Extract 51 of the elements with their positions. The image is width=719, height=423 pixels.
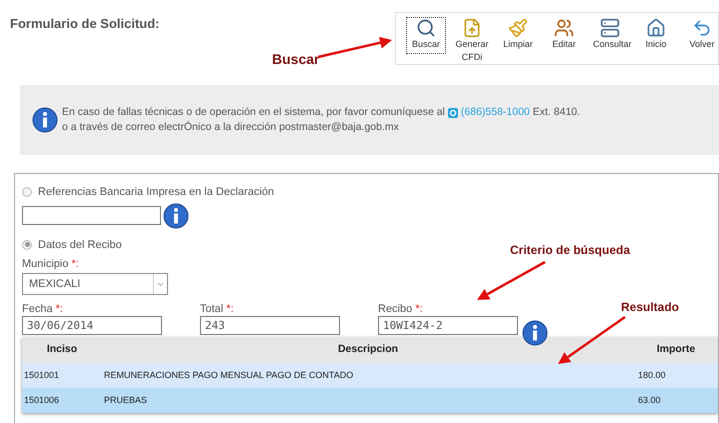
radio-button[interactable] — [22, 187, 32, 198]
document-upload-icon — [462, 18, 482, 38]
toolbar-button[interactable]: Buscar — [406, 17, 446, 54]
arrow — [477, 260, 546, 300]
field-label: Recibo *: — [378, 302, 424, 316]
extension-text: Ext. 8410. — [532, 105, 580, 120]
toolbar-button[interactable]: Limpiar — [498, 17, 538, 52]
table-row[interactable]: 1501001 REMUNERACIONES PAGO MENSUAL PAGO DE CONTADO 180.00 — [22, 363, 718, 388]
municipio-label: Municipio *: — [22, 257, 80, 271]
brush-icon — [508, 18, 528, 38]
annotation-label: Resultado — [621, 299, 680, 316]
text-field[interactable]: 10WI424-2 — [378, 316, 518, 335]
server-icon — [600, 18, 620, 38]
table-cell-text: REMUNERACIONES PAGO MENSUAL PAGO DE CONTADO — [103, 368, 354, 382]
table-cell-text: 63.00 — [637, 394, 662, 407]
table-cell-text: PRUEBAS — [103, 394, 148, 407]
table-cell-text: 180.00 — [637, 368, 667, 382]
column-header: Importe — [656, 342, 696, 358]
info-icon — [32, 107, 58, 133]
table-cell-text: 1501001 — [23, 368, 60, 382]
phone-icon — [448, 108, 458, 118]
radio-label: Referencias Bancaria Impresa en la Declaración — [38, 185, 274, 200]
back-arrow-icon — [692, 18, 712, 38]
field-label: Fecha *: — [22, 302, 64, 316]
radio-label: Datos del Recibo — [38, 238, 122, 252]
field-label: Total *: — [200, 302, 235, 316]
annotation-label: Criterio de búsqueda — [510, 242, 630, 259]
form-title: Formulario de Solicitud: — [10, 15, 160, 33]
text-field[interactable]: 243 — [200, 316, 340, 335]
notice-text: En caso de fallas técnicas o de operación en el sistema, por favor comuníquese al — [62, 105, 445, 120]
toolbar-button[interactable]: Consultar — [590, 17, 630, 52]
column-header: Inciso — [46, 342, 78, 358]
toolbar-button[interactable]: Inicio — [636, 17, 676, 52]
text-field[interactable]: 30/06/2014 — [22, 316, 162, 335]
toolbar-button[interactable]: Volver — [682, 17, 719, 52]
info-icon — [163, 202, 189, 228]
email-text: o a través de correo electrÓnico a la dirección postmaster@baja.gob.mx — [62, 120, 400, 135]
toolbar-button[interactable]: Editar — [544, 17, 584, 52]
toolbar-button[interactable]: Generar CFDi — [452, 17, 492, 65]
table-cell-text: 1501006 — [23, 394, 60, 407]
radio-button[interactable] — [22, 240, 32, 250]
municipio-select[interactable]: MEXICALI — [22, 273, 168, 295]
search-icon — [416, 18, 436, 38]
annotation-label: Buscar — [272, 50, 320, 69]
arrow — [558, 316, 626, 364]
people-icon — [554, 18, 574, 38]
column-header: Descripcion — [336, 342, 400, 358]
info-icon — [522, 320, 548, 346]
home-icon — [646, 18, 666, 38]
reference-field[interactable] — [22, 206, 161, 225]
table-row[interactable]: 1501006 PRUEBAS 63.00 — [22, 388, 718, 413]
